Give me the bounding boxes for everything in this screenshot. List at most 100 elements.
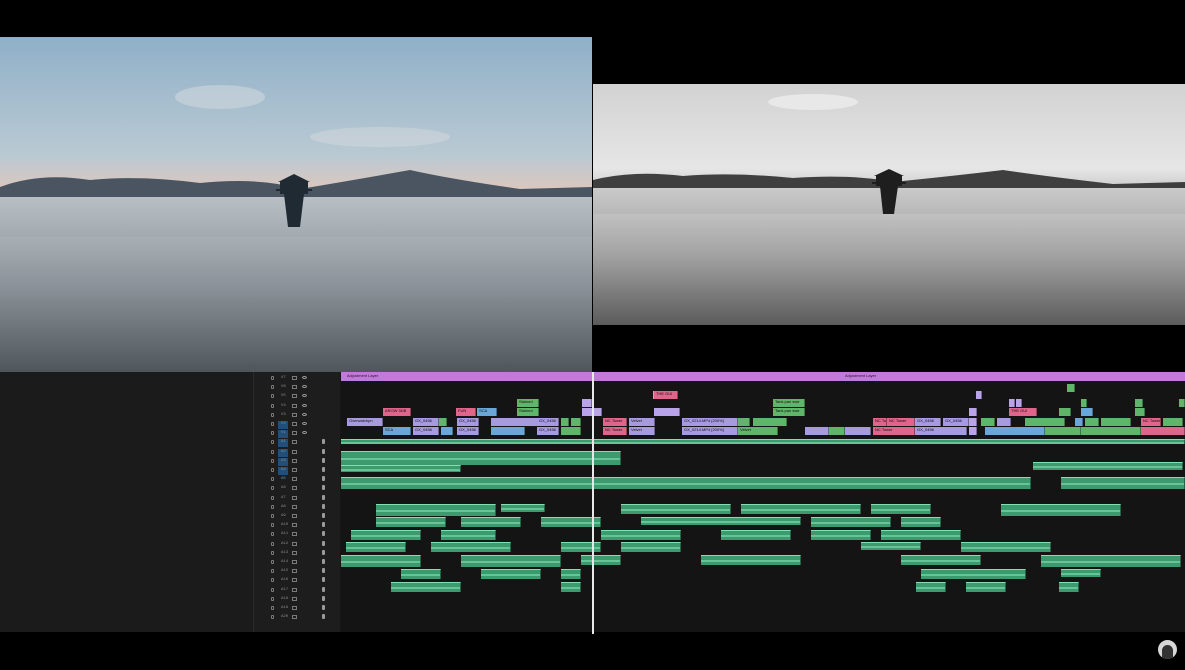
audio-clip[interactable] [351,530,421,540]
video-clip[interactable]: SCA [477,408,497,416]
mic-icon[interactable] [322,605,325,610]
mic-icon[interactable] [322,457,325,463]
mic-icon[interactable] [322,540,325,546]
lock-icon[interactable] [271,449,274,454]
video-clip[interactable]: GX_0456 [915,427,967,435]
video-clip[interactable]: GX_0456 [537,418,559,426]
track-header-row[interactable]: V5 [254,393,340,401]
mic-icon[interactable] [322,531,325,537]
audio-clip[interactable] [1059,582,1079,592]
lock-icon[interactable] [271,431,274,436]
sync-lock-icon[interactable] [292,468,297,472]
video-clip[interactable] [829,427,845,435]
audio-clip[interactable] [501,504,545,512]
video-clip[interactable] [985,427,1045,435]
lock-icon[interactable] [271,569,274,574]
lock-icon[interactable] [271,587,274,592]
audio-clip[interactable] [341,477,1031,489]
lock-icon[interactable] [271,560,274,564]
video-clip[interactable]: THE GUI [654,391,678,399]
video-clip[interactable] [1163,418,1183,426]
video-clip[interactable] [969,408,977,416]
lock-icon[interactable] [271,385,274,390]
track-header-row[interactable]: A6 [254,485,340,493]
audio-clip[interactable] [966,582,1006,592]
track-header-row[interactable]: A14 [254,559,340,567]
video-clip[interactable]: THE GUI [1009,408,1037,416]
track-header-row[interactable]: A19 [254,605,340,613]
lock-icon[interactable] [271,403,274,408]
track-header-row[interactable]: A1 [254,439,340,448]
video-clip[interactable]: Velvet [629,427,655,435]
track-header-row[interactable]: A9 [254,513,340,521]
sync-lock-icon[interactable] [292,523,297,528]
video-clip[interactable] [582,399,592,407]
video-clip[interactable]: Tank pan swe [773,408,805,416]
track-header-row[interactable]: A7 [254,494,340,503]
lock-icon[interactable] [271,532,274,537]
video-clip[interactable] [439,418,447,426]
video-clip[interactable]: GX_0456 [413,418,439,426]
audio-clip[interactable] [921,569,961,579]
track-header-row[interactable]: A20 [254,614,340,622]
audio-clip[interactable] [441,530,496,540]
sync-lock-icon[interactable] [292,458,297,463]
mic-icon[interactable] [322,559,325,564]
sync-lock-icon[interactable] [292,504,297,509]
sync-lock-icon[interactable] [292,477,297,482]
audio-clip[interactable] [1061,569,1101,577]
track-header-row[interactable]: A15 [254,568,340,576]
adjustment-layer-clip[interactable]: Adjustment Layer Adjustment Layer [341,372,1185,381]
sync-lock-icon[interactable] [292,541,297,546]
sync-lock-icon[interactable] [292,412,297,417]
mic-icon[interactable] [322,494,325,500]
eye-icon[interactable] [302,412,307,416]
mic-icon[interactable] [322,614,325,620]
sync-lock-icon[interactable] [292,486,297,491]
video-clip[interactable] [969,418,977,426]
audio-clip[interactable] [721,530,791,540]
video-clip[interactable]: Velvet [738,427,778,435]
audio-clip[interactable] [341,451,621,465]
sync-lock-icon[interactable] [292,394,297,399]
lock-icon[interactable] [271,514,274,518]
video-clip[interactable]: NC Tower [873,427,915,435]
track-header-row[interactable]: V4 [254,403,340,411]
video-clip[interactable]: GX_0456 [413,427,439,435]
audio-clip[interactable] [811,517,891,527]
lock-icon[interactable] [271,606,274,610]
sync-lock-icon[interactable] [292,578,297,583]
audio-clip[interactable] [376,517,446,527]
video-clip[interactable]: NC Tower [887,418,915,426]
mic-icon[interactable] [322,448,325,454]
track-header-row[interactable]: V3 [254,412,340,420]
video-clip[interactable] [1016,399,1022,407]
mic-icon[interactable] [322,439,325,445]
video-clip[interactable]: Tank pan swe [773,399,805,407]
video-clip[interactable] [491,427,525,435]
mic-icon[interactable] [322,467,325,472]
video-clip[interactable] [805,427,829,435]
user-avatar-icon[interactable] [1158,640,1177,659]
audio-clip[interactable] [916,582,946,592]
track-header-row[interactable]: A16 [254,577,340,585]
sync-lock-icon[interactable] [292,569,297,574]
video-clip[interactable] [1067,384,1075,392]
audio-clip[interactable] [641,517,801,525]
eye-icon[interactable] [302,431,307,435]
lock-icon[interactable] [271,440,274,445]
playhead[interactable] [592,372,594,634]
mic-icon[interactable] [322,485,325,491]
lock-icon[interactable] [271,596,274,601]
video-clip[interactable]: GX_0456 [457,427,479,435]
sync-lock-icon[interactable] [292,606,297,610]
audio-clip[interactable] [341,555,421,567]
video-clip[interactable] [753,418,787,426]
audio-clip[interactable] [481,569,541,579]
audio-clip[interactable] [621,542,681,552]
mic-icon[interactable] [322,522,325,528]
audio-clip[interactable] [901,555,981,565]
track-header-row[interactable]: V1 [254,430,340,439]
video-clip[interactable]: GX_0456 [943,418,969,426]
track-header-row[interactable]: A13 [254,549,340,558]
